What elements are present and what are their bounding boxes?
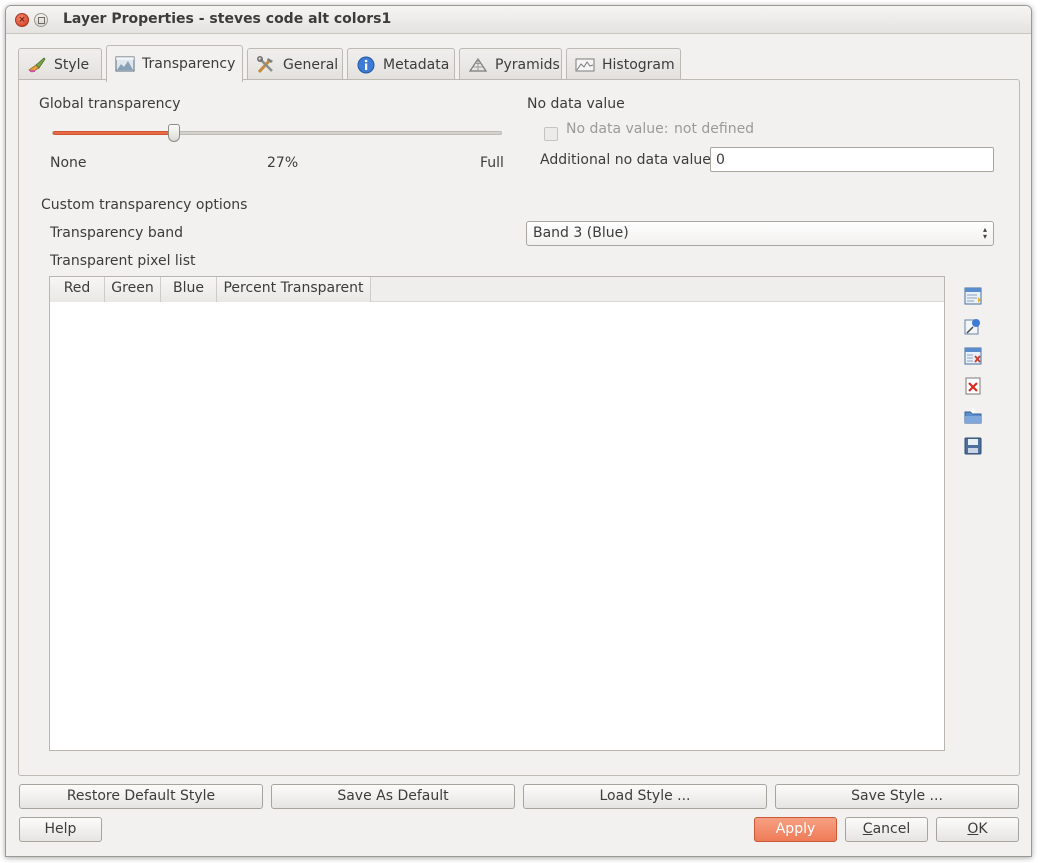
apply-button[interactable]: Apply — [754, 817, 837, 842]
add-values-manually-button[interactable] — [962, 287, 984, 309]
additional-no-data-label: Additional no data value — [540, 152, 711, 168]
help-button[interactable]: Help — [19, 817, 102, 842]
tab-histogram-label: Histogram — [602, 57, 675, 73]
slider-handle[interactable] — [167, 124, 180, 142]
add-values-from-display-icon — [964, 317, 982, 339]
restore-default-style-button[interactable]: Restore Default Style — [19, 784, 263, 809]
cancel-mnemonic: C — [862, 821, 873, 837]
import-from-file-button[interactable] — [962, 407, 984, 429]
cancel-button[interactable]: Cancel — [845, 817, 928, 842]
export-to-file-button[interactable] — [962, 437, 984, 459]
tab-histogram[interactable]: Histogram — [566, 48, 681, 81]
column-header-percent-transparent[interactable]: Percent Transparent — [217, 277, 371, 302]
tab-metadata-label: Metadata — [383, 57, 450, 73]
tab-general-label: General — [283, 57, 339, 73]
column-header-blue[interactable]: Blue — [161, 277, 217, 302]
slider-min-label: None — [50, 155, 87, 171]
transparent-pixel-list-label: Transparent pixel list — [50, 253, 196, 269]
tab-transparency[interactable]: Transparency — [106, 45, 243, 82]
transparent-pixel-table[interactable]: Red Green Blue Percent Transparent — [49, 276, 945, 751]
custom-transparency-label: Custom transparency options — [41, 197, 248, 213]
column-header-red[interactable]: Red — [50, 277, 105, 302]
info-icon — [356, 56, 376, 74]
combo-arrows-icon: ▴ ▾ — [982, 225, 987, 241]
save-as-default-button[interactable]: Save As Default — [271, 784, 515, 809]
cancel-label-rest: ancel — [872, 821, 911, 837]
save-style-button[interactable]: Save Style ... — [775, 784, 1019, 809]
ok-button[interactable]: OK — [936, 817, 1019, 842]
tools-icon — [256, 56, 276, 74]
tab-style-label: Style — [54, 57, 90, 73]
ok-label-rest: K — [978, 821, 988, 837]
column-header-green[interactable]: Green — [105, 277, 161, 302]
transparency-icon — [115, 55, 135, 73]
add-values-manually-icon — [964, 287, 982, 309]
transparency-band-select[interactable]: Band 3 (Blue) ▴ ▾ — [526, 221, 994, 246]
slider-value-label: 27% — [267, 155, 299, 171]
no-data-section-label: No data value — [527, 96, 625, 112]
pyramid-icon — [468, 56, 488, 74]
global-transparency-label: Global transparency — [39, 96, 181, 112]
close-window-button[interactable]: × — [15, 13, 29, 27]
no-data-value-text: not defined — [674, 121, 755, 137]
slider-fill — [53, 131, 174, 135]
tab-transparency-label: Transparency — [142, 56, 236, 72]
additional-no-data-input[interactable] — [710, 147, 994, 172]
default-values-icon — [964, 377, 982, 399]
transparency-band-label: Transparency band — [50, 225, 184, 241]
tab-pyramids[interactable]: Pyramids — [459, 48, 562, 81]
load-style-button[interactable]: Load Style ... — [523, 784, 767, 809]
slider-max-label: Full — [480, 155, 504, 171]
no-data-checkbox[interactable] — [544, 127, 558, 141]
global-transparency-slider[interactable] — [52, 124, 502, 142]
maximize-window-button[interactable] — [34, 13, 48, 27]
export-to-file-icon — [964, 437, 982, 459]
table-header: Red Green Blue Percent Transparent — [50, 277, 944, 302]
tab-metadata[interactable]: Metadata — [347, 48, 455, 81]
no-data-checkbox-label: No data value: — [566, 121, 669, 137]
tab-general[interactable]: General — [247, 48, 343, 81]
histogram-icon — [575, 56, 595, 74]
paintbrush-icon — [27, 56, 47, 74]
remove-row-button[interactable] — [962, 347, 984, 369]
layer-properties-window: × Layer Properties - steves code alt col… — [5, 5, 1032, 857]
transparency-band-value: Band 3 (Blue) — [533, 225, 629, 241]
window-title: Layer Properties - steves code alt color… — [63, 11, 392, 27]
add-values-from-display-button[interactable] — [962, 317, 984, 339]
import-from-file-icon — [964, 407, 982, 429]
ok-mnemonic: O — [967, 821, 979, 837]
title-bar: × Layer Properties - steves code alt col… — [6, 6, 1031, 34]
tab-style[interactable]: Style — [18, 48, 102, 81]
tab-pyramids-label: Pyramids — [495, 57, 560, 73]
default-values-button[interactable] — [962, 377, 984, 399]
remove-row-icon — [964, 347, 982, 369]
